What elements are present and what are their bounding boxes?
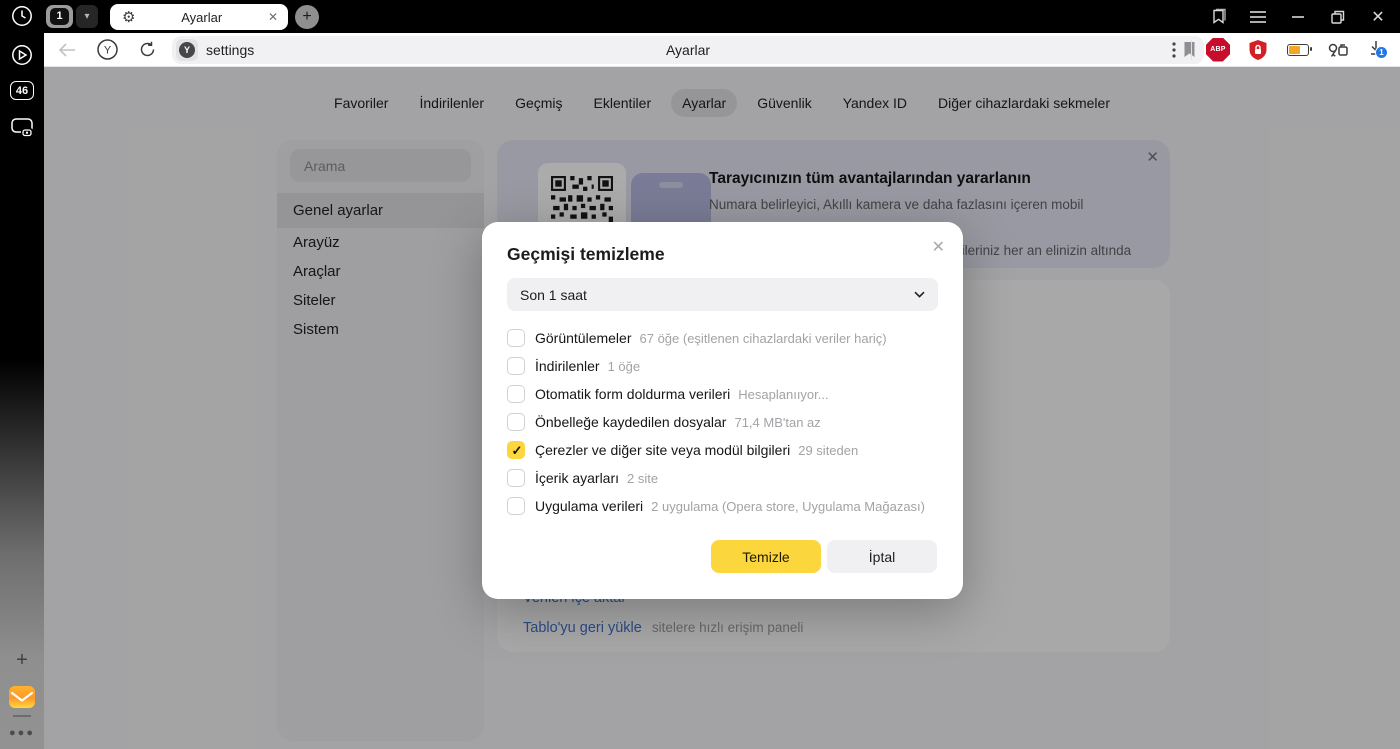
checkbox-unchecked[interactable] <box>507 385 525 403</box>
clear-option-row[interactable]: Görüntülemeler 67 öğe (eşitlenen cihazla… <box>507 324 938 352</box>
dialog-title: Geçmişi temizleme <box>507 244 665 265</box>
clear-option-row[interactable]: İndirilenler 1 öğe <box>507 352 938 380</box>
clear-button[interactable]: Temizle <box>711 540 821 573</box>
history-clock-icon[interactable] <box>0 5 44 27</box>
checkbox-unchecked[interactable] <box>507 469 525 487</box>
play-media-icon[interactable] <box>0 44 44 66</box>
yandex-home-icon[interactable]: Y <box>91 33 123 66</box>
battery-saver-icon[interactable] <box>1280 33 1316 66</box>
download-count-badge: 1 <box>1375 46 1388 59</box>
gear-icon: ⚙ <box>122 10 135 25</box>
clear-option-row[interactable]: Otomatik form doldurma verileri Hesaplan… <box>507 380 938 408</box>
address-bar-page-title: Ayarlar <box>172 36 1204 64</box>
checkbox-unchecked[interactable] <box>507 413 525 431</box>
toolbar-more-icon[interactable] <box>1158 33 1190 66</box>
window-restore-button[interactable] <box>1322 0 1354 33</box>
time-range-select[interactable]: Son 1 saat <box>507 278 938 311</box>
tab-close-icon[interactable]: ✕ <box>268 10 278 24</box>
tab-counter-badge[interactable]: 1 <box>46 5 73 28</box>
clear-option-row[interactable]: Çerezler ve diğer site veya modül bilgil… <box>507 436 938 464</box>
browser-sidebar: 46 + ●●● <box>0 0 44 749</box>
downloads-icon[interactable]: 1 <box>1360 33 1396 66</box>
toolbar-separator <box>1191 40 1192 60</box>
sidebar-divider <box>0 715 44 717</box>
refresh-icon[interactable] <box>131 33 163 66</box>
bookmarks-panel-icon[interactable] <box>1202 0 1234 33</box>
checkbox-unchecked[interactable] <box>507 329 525 347</box>
window-titlebar: 1 ▾ ⚙ Ayarlar ✕ + ✕ <box>0 0 1400 33</box>
clear-option-row[interactable]: Önbelleğe kaydedilen dosyalar 71,4 MB'ta… <box>507 408 938 436</box>
clear-option-row[interactable]: Uygulama verileri 2 uygulama (Opera stor… <box>507 492 938 520</box>
tab-counter-value: 1 <box>50 8 69 25</box>
password-key-icon[interactable] <box>1320 33 1356 66</box>
window-minimize-button[interactable] <box>1282 0 1314 33</box>
protect-shield-icon[interactable] <box>1240 33 1276 66</box>
yandex-mail-icon[interactable] <box>0 686 44 708</box>
tab-counter-group[interactable]: 1 ▾ <box>46 4 98 28</box>
checkbox-checked[interactable] <box>507 441 525 459</box>
clear-option-row[interactable]: İçerik ayarları 2 site <box>507 464 938 492</box>
tabs-count-badge[interactable]: 46 <box>0 81 44 100</box>
browser-toolbar: Y Y settings Ayarlar ABP 1 <box>44 33 1400 67</box>
clear-options-list: Görüntülemeler 67 öğe (eşitlenen cihazla… <box>507 324 938 520</box>
cancel-button[interactable]: İptal <box>827 540 937 573</box>
browser-tab-ayarlar[interactable]: ⚙ Ayarlar ✕ <box>110 4 288 30</box>
back-button[interactable] <box>51 33 83 66</box>
sidebar-more-icon[interactable]: ●●● <box>0 727 44 739</box>
checkbox-unchecked[interactable] <box>507 497 525 515</box>
checkbox-unchecked[interactable] <box>507 357 525 375</box>
new-tab-button[interactable]: + <box>295 5 319 29</box>
tab-list-chevron-icon[interactable]: ▾ <box>76 5 98 28</box>
tab-title: Ayarlar <box>135 10 267 25</box>
adblock-extension-icon[interactable]: ABP <box>1200 33 1236 66</box>
chevron-down-icon <box>914 291 925 298</box>
address-bar[interactable]: Y settings Ayarlar <box>172 36 1204 64</box>
dialog-close-icon[interactable]: ✕ <box>930 235 947 259</box>
time-range-value: Son 1 saat <box>520 287 587 303</box>
clear-history-dialog: Geçmişi temizleme ✕ Son 1 saat Görüntüle… <box>482 222 963 599</box>
screen-video-icon[interactable] <box>0 117 44 138</box>
menu-hamburger-icon[interactable] <box>1242 0 1274 33</box>
sidebar-add-icon[interactable]: + <box>0 649 44 672</box>
window-close-button[interactable]: ✕ <box>1362 0 1394 33</box>
svg-text:Y: Y <box>103 45 111 57</box>
